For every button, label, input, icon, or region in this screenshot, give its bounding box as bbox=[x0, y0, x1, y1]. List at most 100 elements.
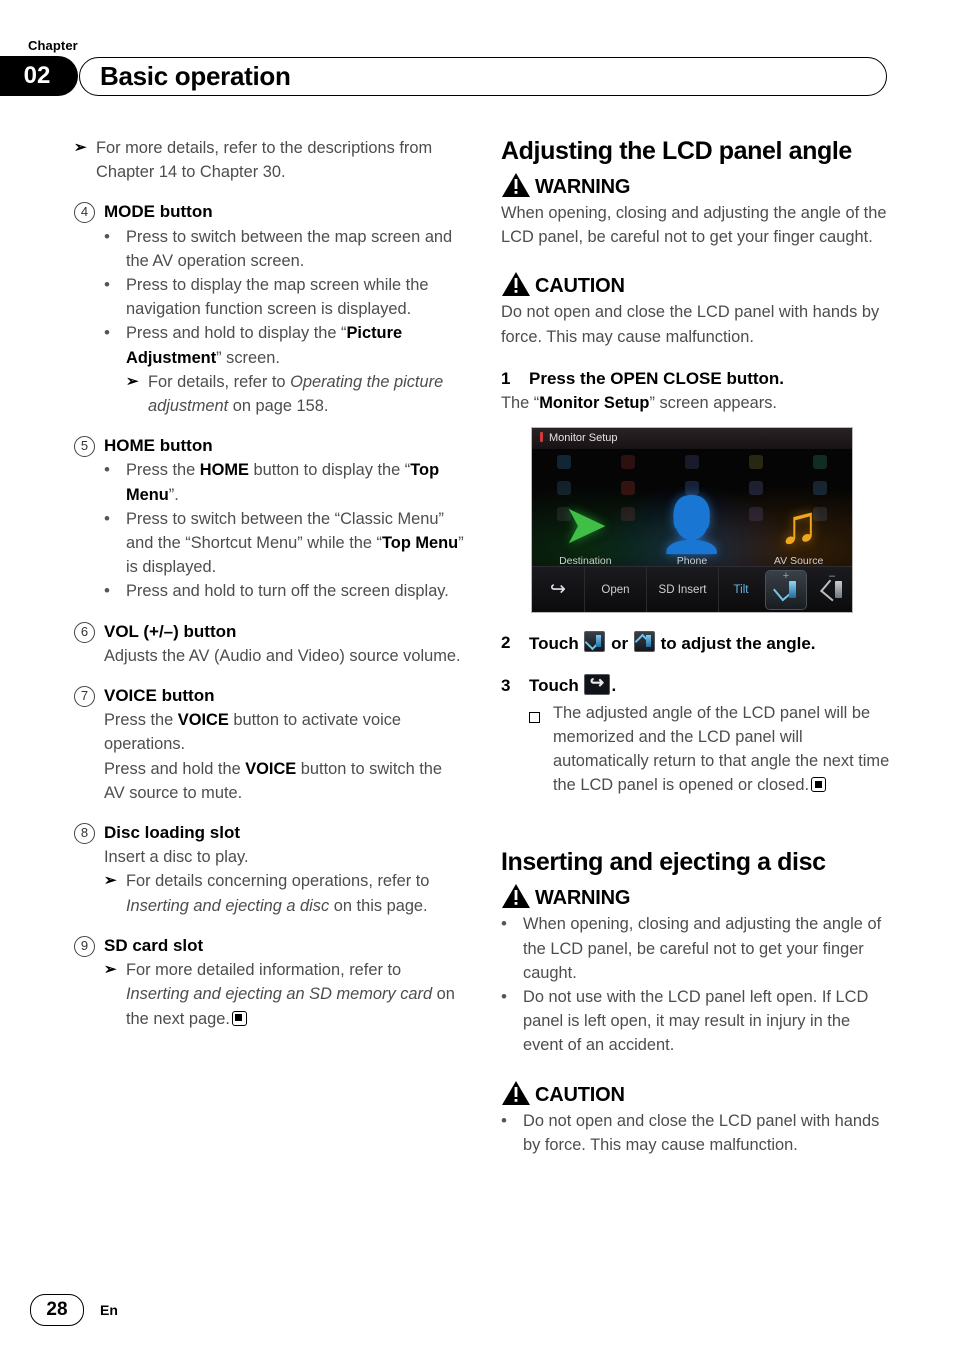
emphasis-picture-adjustment: Picture Adjustment bbox=[126, 324, 403, 367]
step-tail: . bbox=[611, 676, 617, 696]
bullet-text: Do not use with the LCD panel left open.… bbox=[523, 988, 869, 1055]
list-item: • Press to switch between the map screen… bbox=[104, 225, 466, 273]
item-body: Press and hold the VOICE button to switc… bbox=[104, 757, 466, 805]
warning-label: WARNING bbox=[535, 176, 631, 198]
item-title: HOME button bbox=[104, 436, 213, 456]
stage-item-phone[interactable]: 👤 Phone bbox=[645, 483, 739, 567]
toolbar-tilt-down-button[interactable]: – bbox=[809, 567, 852, 612]
screenshot-toolbar: ↩ Open SD Insert Tilt + – bbox=[532, 566, 852, 613]
item-number-7: 7 bbox=[74, 684, 104, 708]
warning-label: WARNING bbox=[535, 887, 631, 910]
caution-header: CAUTION bbox=[501, 1080, 893, 1108]
list-item-sd-card-slot: 9 SD card slot bbox=[74, 934, 466, 958]
screenshot-titlebar: Monitor Setup bbox=[532, 428, 852, 450]
bullet-icon: • bbox=[104, 508, 110, 528]
toolbar-back-button[interactable]: ↩ bbox=[532, 567, 585, 613]
step-1: 1 Press the OPEN CLOSE button. bbox=[501, 367, 893, 391]
item-number-4: 4 bbox=[74, 200, 104, 224]
item-title: VOICE button bbox=[104, 686, 215, 706]
tilt-down-key[interactable]: – bbox=[812, 570, 852, 609]
reference-text: For details concerning operations, refer… bbox=[126, 869, 466, 917]
bullet-icon: • bbox=[501, 1110, 507, 1130]
ref-title: Inserting and ejecting an SD memory card bbox=[126, 985, 433, 1004]
right-column: Adjusting the LCD panel angle WARNING Wh… bbox=[501, 136, 893, 1157]
language-code: En bbox=[100, 1302, 118, 1318]
reference-arrow-icon: ➢ bbox=[74, 139, 87, 156]
step-title: Touch or to adjust the angle. bbox=[529, 631, 893, 656]
step-number: 1 bbox=[501, 368, 511, 388]
sub-lead: The “ bbox=[501, 394, 540, 413]
list-item-voice-button: 7 VOICE button bbox=[74, 684, 466, 708]
body-lead: Press and hold the bbox=[104, 759, 246, 778]
reference-text: For more detailed information, refer to … bbox=[126, 958, 466, 1031]
bullet-text: Press and hold to turn off the screen di… bbox=[126, 582, 449, 601]
bullet-text: Press and hold to display the “Picture A… bbox=[126, 324, 403, 367]
list-item: • Do not use with the LCD panel left ope… bbox=[501, 985, 893, 1058]
list-item: • Press and hold to display the “Picture… bbox=[104, 321, 466, 369]
item-number-5: 5 bbox=[74, 434, 104, 458]
emphasis-monitor-setup: Monitor Setup bbox=[539, 394, 650, 413]
item-body: Insert a disc to play. bbox=[104, 848, 249, 867]
caution-header: CAUTION bbox=[501, 271, 893, 299]
section-heading-lcd-angle: Adjusting the LCD panel angle bbox=[501, 137, 852, 165]
toolbar-sd-insert-button[interactable]: SD Insert bbox=[647, 567, 719, 613]
note-text: The adjusted angle of the LCD panel will… bbox=[553, 701, 893, 798]
reference-text: For more details, refer to the descripti… bbox=[96, 139, 433, 182]
section-heading-inserting-disc: Inserting and ejecting a disc bbox=[501, 848, 826, 877]
reference-note: ➢ For more details, refer to the descrip… bbox=[74, 136, 466, 184]
page-title: Basic operation bbox=[100, 61, 291, 91]
pin-icon bbox=[540, 432, 543, 443]
bullet-text: Press the HOME button to display the “To… bbox=[126, 461, 440, 504]
item-title: VOL (+/–) button bbox=[104, 621, 237, 641]
item-number-9: 9 bbox=[74, 934, 104, 958]
bullet-text: When opening, closing and adjusting the … bbox=[523, 915, 882, 982]
step-3: 3 Touch . bbox=[501, 674, 893, 698]
step-number: 3 bbox=[501, 676, 511, 696]
note-body: The adjusted angle of the LCD panel will… bbox=[553, 703, 890, 795]
bullet-icon: • bbox=[104, 581, 110, 601]
screenshot-stage: ➤ Destination 👤 Phone ♫ AV Source bbox=[532, 449, 852, 568]
note-square-icon bbox=[529, 701, 553, 798]
list-item-disc-loading-slot: 8 Disc loading slot bbox=[74, 821, 466, 845]
warning-header: WARNING bbox=[501, 883, 893, 911]
bullet-text: Press to switch between the “Classic Men… bbox=[126, 509, 464, 577]
bullet-text: Press to display the map screen while th… bbox=[126, 276, 429, 319]
ref-lead: For more detailed information, refer to bbox=[126, 961, 402, 980]
toolbar-open-button[interactable]: Open bbox=[585, 567, 647, 613]
ref-tail: on page 158. bbox=[228, 397, 329, 416]
reference-arrow-icon: ➢ bbox=[104, 872, 117, 890]
screenshot-title: Monitor Setup bbox=[549, 432, 618, 445]
caution-triangle-icon bbox=[501, 271, 535, 299]
warning-triangle-icon bbox=[501, 172, 535, 200]
left-column: ➢ For more details, refer to the descrip… bbox=[74, 136, 466, 1031]
ref-title: Inserting and ejecting a disc bbox=[126, 896, 330, 915]
reference-arrow-icon: ➢ bbox=[104, 961, 117, 979]
step-2: 2 Touch or to adjust the angle. bbox=[501, 631, 893, 656]
bullet-icon: • bbox=[104, 323, 110, 343]
caution-triangle-icon bbox=[501, 1080, 535, 1108]
item-body: Press the VOICE button to activate voice… bbox=[104, 708, 466, 756]
item-title: Disc loading slot bbox=[104, 823, 241, 843]
reference-arrow-icon: ➢ bbox=[126, 372, 139, 390]
stage-item-av-source[interactable]: ♫ AV Source bbox=[752, 483, 846, 567]
list-item: • Press to display the map screen while … bbox=[104, 273, 466, 321]
reference-text: For details, refer to Operating the pict… bbox=[148, 370, 466, 418]
step-lead: Touch bbox=[529, 634, 584, 654]
chapter-label: Chapter bbox=[28, 38, 78, 53]
list-item: • Press the HOME button to display the “… bbox=[104, 458, 466, 506]
stage-item-destination[interactable]: ➤ Destination bbox=[538, 483, 632, 567]
tilt-down-icon bbox=[820, 579, 843, 602]
tilt-up-key[interactable]: + bbox=[766, 570, 806, 609]
ref-tail: on this page. bbox=[329, 896, 428, 915]
page-footer: 28 En bbox=[30, 1294, 118, 1326]
warning-header: WARNING bbox=[501, 172, 893, 200]
step-tail: to adjust the angle. bbox=[655, 634, 816, 654]
step-1-subtext: The “Monitor Setup” screen appears. bbox=[501, 391, 893, 415]
emphasis-voice: VOICE bbox=[177, 711, 229, 730]
note: The adjusted angle of the LCD panel will… bbox=[529, 701, 893, 798]
toolbar-tilt-up-button[interactable]: + bbox=[763, 567, 809, 612]
tilt-up-icon bbox=[773, 579, 797, 602]
bullet-icon: • bbox=[501, 987, 507, 1007]
list-item: • Do not open and close the LCD panel wi… bbox=[501, 1109, 893, 1157]
warning-triangle-icon bbox=[501, 883, 535, 911]
